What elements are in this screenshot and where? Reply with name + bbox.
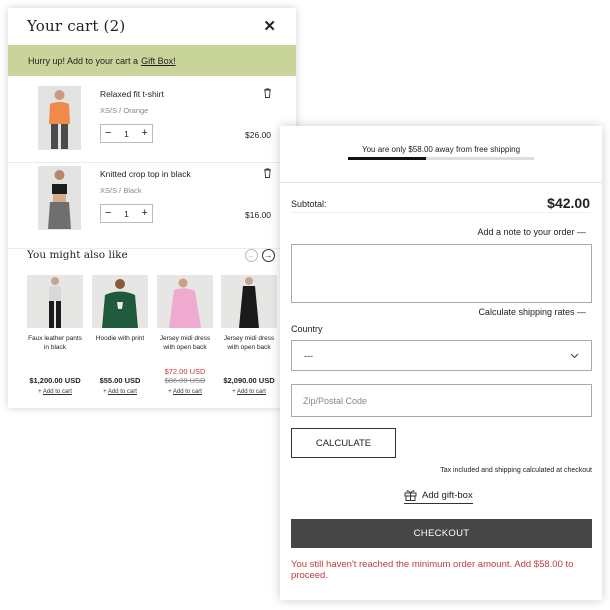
qty-value[interactable]: 1 bbox=[124, 209, 129, 219]
quantity-stepper: − 1 + bbox=[100, 204, 153, 223]
tax-note: Tax included and shipping calculated at … bbox=[440, 467, 592, 474]
recommendations-title: You might also like bbox=[27, 249, 128, 261]
order-note-textarea[interactable] bbox=[291, 244, 592, 303]
trash-icon[interactable] bbox=[263, 168, 272, 178]
item-name[interactable]: Relaxed fit t-shirt bbox=[100, 89, 164, 99]
recommendation-card: Faux leather pants in black $1,200.00 US… bbox=[27, 275, 83, 395]
product-image[interactable] bbox=[157, 275, 213, 328]
zip-code-input[interactable] bbox=[291, 384, 592, 417]
add-to-cart-label[interactable]: Add to cart bbox=[43, 389, 72, 395]
cart-item: Relaxed fit t-shirt XS/S / Orange − 1 + … bbox=[8, 83, 296, 160]
tshirt-model-image bbox=[49, 90, 70, 149]
checkout-panel: You are only $58.00 away from free shipp… bbox=[280, 126, 602, 600]
qty-decrease-button[interactable]: − bbox=[105, 208, 111, 219]
promo-banner: Hurry up! Add to your cart a Gift Box! bbox=[8, 45, 296, 76]
pants-model-image bbox=[49, 277, 61, 328]
calculate-button[interactable]: CALCULATE bbox=[291, 428, 396, 458]
gift-box-link[interactable]: Gift Box! bbox=[141, 56, 176, 66]
add-to-cart-label[interactable]: Add to cart bbox=[237, 389, 266, 395]
product-price: $2,090.00 USD bbox=[223, 376, 275, 385]
add-to-cart-link[interactable]: + Add to cart bbox=[221, 389, 277, 395]
free-shipping-message: You are only $58.00 away from free shipp… bbox=[361, 145, 521, 154]
add-to-cart-link[interactable]: + Add to cart bbox=[157, 389, 213, 395]
add-to-cart-label[interactable]: Add to cart bbox=[108, 389, 137, 395]
divider bbox=[280, 182, 602, 183]
cart-title: Your cart (2) bbox=[27, 17, 126, 35]
gift-icon bbox=[404, 490, 417, 501]
shipping-progress-fill bbox=[348, 157, 427, 160]
country-select[interactable]: --- bbox=[291, 340, 592, 371]
subtotal-label: Subtotal: bbox=[291, 199, 327, 209]
add-gift-box-button[interactable]: Add gift-box bbox=[404, 489, 473, 504]
item-variant: XS/S / Orange bbox=[100, 106, 149, 115]
plus-icon: + bbox=[38, 389, 42, 395]
cart-drawer: Your cart (2) ✕ Hurry up! Add to your ca… bbox=[8, 8, 296, 408]
shipping-progress-bar bbox=[348, 157, 534, 160]
original-price: $86.00 USD bbox=[164, 376, 206, 385]
item-price: $26.00 bbox=[245, 130, 271, 140]
recommendation-card: Hoodie with print $55.00 USD + Add to ca… bbox=[92, 275, 148, 395]
add-note-toggle[interactable]: Add a note to your order — bbox=[477, 227, 586, 237]
croptop-model-image bbox=[48, 170, 71, 229]
minimum-order-warning: You still haven't reached the minimum or… bbox=[291, 559, 574, 581]
hoodie-model-image bbox=[102, 279, 138, 328]
black-dress-model-image bbox=[239, 277, 259, 328]
arrow-left-icon[interactable]: ← bbox=[245, 249, 258, 262]
product-price: $55.00 USD bbox=[99, 376, 141, 385]
promo-text: Hurry up! Add to your cart a bbox=[28, 55, 139, 66]
cart-item: Knitted crop top in black XS/S / Black −… bbox=[8, 162, 296, 239]
add-to-cart-link[interactable]: + Add to cart bbox=[27, 389, 83, 395]
carousel-controls: ← → bbox=[245, 249, 275, 262]
sale-price: $72.00 USD bbox=[164, 367, 206, 376]
chevron-down-icon bbox=[570, 353, 579, 358]
qty-decrease-button[interactable]: − bbox=[105, 128, 111, 139]
plus-icon: + bbox=[103, 389, 107, 395]
product-name[interactable]: Hoodie with print bbox=[92, 334, 148, 364]
product-image[interactable] bbox=[221, 275, 277, 328]
close-icon[interactable]: ✕ bbox=[263, 17, 276, 35]
country-value: --- bbox=[304, 350, 313, 361]
checkout-button[interactable]: CHECKOUT bbox=[291, 519, 592, 548]
divider bbox=[291, 212, 591, 213]
country-label: Country bbox=[291, 324, 323, 334]
plus-icon: + bbox=[168, 389, 172, 395]
item-variant: XS/S / Black bbox=[100, 186, 142, 195]
recommendation-card: Jersey midi dress with open back $72.00 … bbox=[157, 275, 213, 395]
product-image[interactable] bbox=[38, 86, 81, 150]
qty-increase-button[interactable]: + bbox=[142, 128, 148, 139]
pink-dress-model-image bbox=[169, 278, 201, 328]
product-image[interactable] bbox=[27, 275, 83, 328]
product-name[interactable]: Faux leather pants in black bbox=[27, 334, 83, 364]
trash-icon[interactable] bbox=[263, 88, 272, 98]
product-name[interactable]: Jersey midi dress with open back bbox=[157, 334, 213, 364]
product-image[interactable] bbox=[38, 166, 81, 230]
item-price: $16.00 bbox=[245, 210, 271, 220]
subtotal-value: $42.00 bbox=[547, 195, 590, 211]
gift-box-label: Add gift-box bbox=[422, 489, 473, 501]
recommendation-card: Jersey midi dress with open back $2,090.… bbox=[221, 275, 277, 395]
product-price: $1,200.00 USD bbox=[29, 376, 81, 385]
add-to-cart-label[interactable]: Add to cart bbox=[173, 389, 202, 395]
shipping-rates-toggle[interactable]: Calculate shipping rates — bbox=[478, 307, 586, 317]
qty-value[interactable]: 1 bbox=[124, 129, 129, 139]
plus-icon: + bbox=[232, 389, 236, 395]
quantity-stepper: − 1 + bbox=[100, 124, 153, 143]
product-image[interactable] bbox=[92, 275, 148, 328]
product-name[interactable]: Jersey midi dress with open back bbox=[221, 334, 277, 364]
add-to-cart-link[interactable]: + Add to cart bbox=[92, 389, 148, 395]
qty-increase-button[interactable]: + bbox=[142, 208, 148, 219]
item-name[interactable]: Knitted crop top in black bbox=[100, 169, 191, 179]
cart-header: Your cart (2) ✕ bbox=[8, 8, 296, 44]
arrow-right-icon[interactable]: → bbox=[262, 249, 275, 262]
